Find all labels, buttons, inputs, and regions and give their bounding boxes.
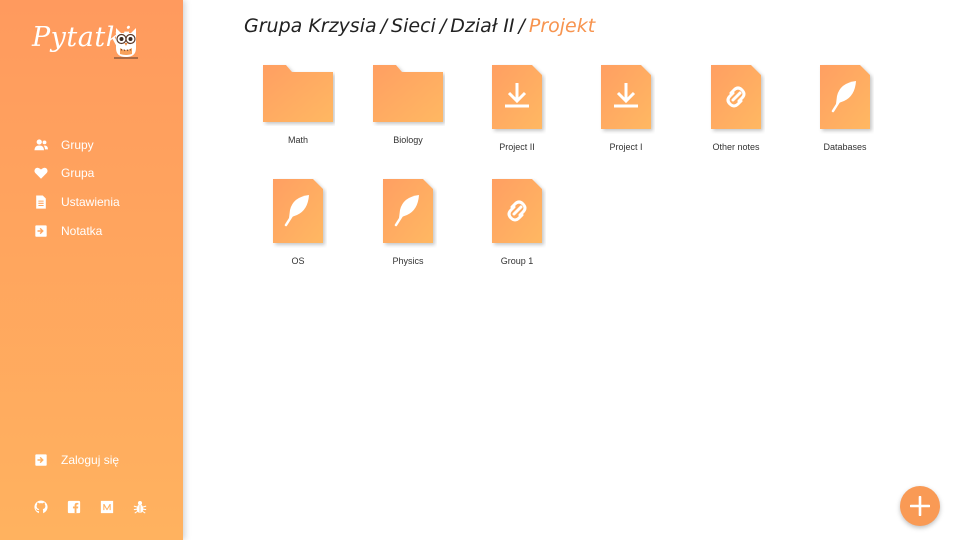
item-label: Other notes (712, 142, 760, 152)
item-label: Group 1 (500, 256, 534, 266)
file-tile (383, 179, 433, 243)
breadcrumb-item[interactable]: Sieci (391, 15, 436, 37)
breadcrumb-item[interactable]: Dział II (450, 15, 514, 37)
sidebar-item-grupa[interactable]: Grupa (34, 164, 120, 183)
app-logo[interactable]: Pytatki (32, 20, 142, 72)
github-link[interactable] (34, 500, 48, 514)
item-label: Project II (499, 142, 535, 152)
sidebar-item-grupy[interactable]: Grupy (34, 135, 120, 154)
breadcrumb-separator: / (518, 15, 525, 37)
breadcrumb-separator: / (439, 15, 447, 37)
login-button[interactable]: Zaloguj się (34, 450, 119, 469)
users-icon (34, 138, 48, 150)
sidebar-item-label: Notatka (61, 223, 103, 238)
sign-in-icon (35, 453, 47, 466)
folder-icon (263, 65, 333, 122)
add-button[interactable] (900, 486, 940, 526)
file-tile (273, 179, 323, 243)
breadcrumb: Grupa Krzysia / Sieci / Dział II / Projekt (244, 15, 595, 39)
medium-icon (100, 500, 114, 514)
social-links (34, 500, 166, 514)
breadcrumb-separator: / (380, 15, 388, 37)
item-label: Math (287, 135, 308, 145)
item-label: Project I (609, 142, 643, 152)
file-tile (492, 179, 542, 243)
github-icon (34, 500, 48, 514)
medium-link[interactable] (100, 500, 114, 514)
facebook-link[interactable] (67, 500, 81, 514)
plus-icon (910, 496, 930, 516)
file-tile (711, 65, 761, 129)
file-tile (601, 65, 651, 129)
sidebar: Pytatki Grupy Grupa Ustawienia Notatka Z… (0, 0, 183, 540)
file-tile (492, 65, 542, 129)
login-area: Zaloguj się (34, 450, 119, 479)
item-label: OS (291, 256, 305, 266)
bug-icon (133, 501, 147, 514)
item-label: Physics (392, 256, 424, 266)
sidebar-item-ustawienia[interactable]: Ustawienia (34, 192, 120, 211)
sidebar-item-label: Ustawienia (61, 194, 120, 209)
document-icon (36, 195, 46, 209)
breadcrumb-item[interactable]: Grupa Krzysia (244, 15, 377, 37)
file-tile (820, 65, 870, 129)
item-label: Databases (823, 142, 867, 152)
sign-in-icon (35, 224, 47, 237)
item-label: Biology (393, 135, 423, 145)
sidebar-item-label: Grupy (61, 137, 94, 152)
bug-report-link[interactable] (133, 500, 147, 514)
heart-icon (34, 167, 48, 179)
sidebar-item-label: Grupa (61, 166, 95, 181)
sidebar-nav: Grupy Grupa Ustawienia Notatka (34, 135, 120, 250)
facebook-icon (67, 500, 81, 514)
login-label: Zaloguj się (61, 452, 120, 467)
folder-icon (373, 65, 443, 122)
breadcrumb-current: Projekt (528, 15, 596, 37)
owl-icon (114, 28, 138, 59)
sidebar-item-notatka[interactable]: Notatka (34, 221, 120, 240)
